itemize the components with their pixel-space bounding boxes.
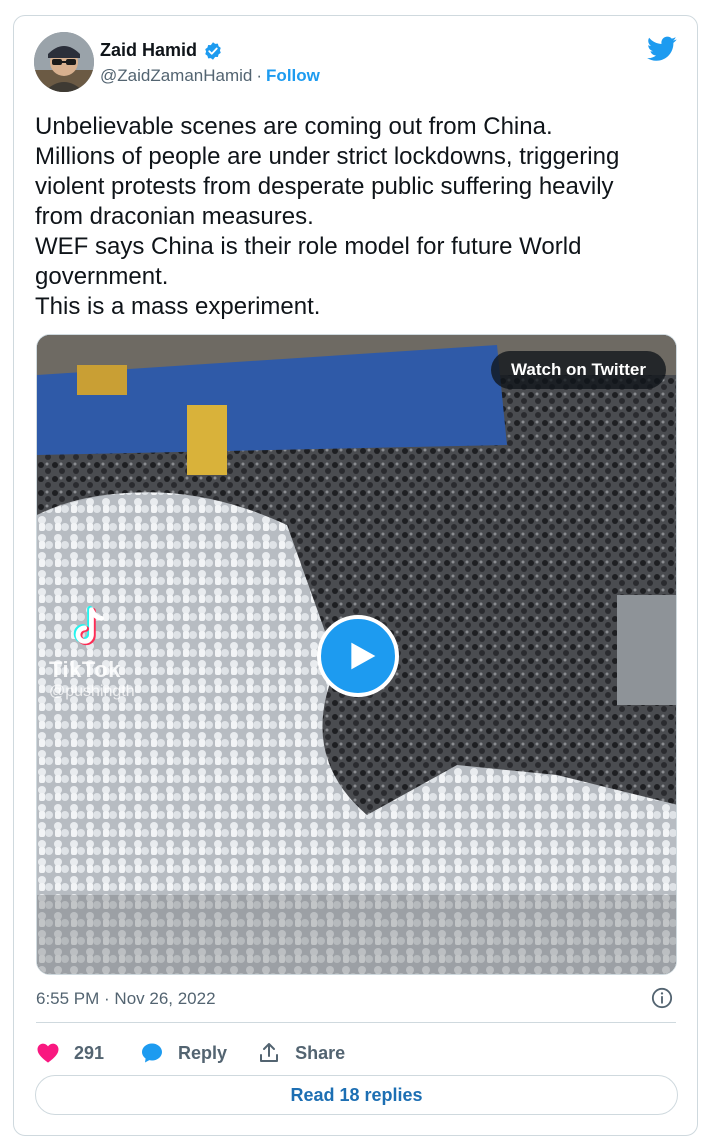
tweet-card: Zaid Hamid @ZaidZamanHamid · Follow Unbeli… — [13, 15, 698, 1136]
reply-label: Reply — [178, 1042, 228, 1063]
reply-bubble-icon — [142, 1043, 163, 1063]
tweet-timestamp[interactable]: 6:55 PM · Nov 26, 2022 — [36, 989, 216, 1009]
read-replies-button[interactable]: Read 18 replies — [35, 1075, 678, 1115]
tweet-text: Unbelievable scenes are coming out from … — [35, 112, 675, 322]
play-icon — [351, 642, 376, 670]
tiktok-watermark: TikTok @pushingth — [45, 603, 165, 703]
divider — [36, 1022, 676, 1023]
video-media[interactable]: TikTok @pushingth Watch on Twitter — [36, 334, 677, 975]
info-icon[interactable] — [651, 987, 673, 1009]
author-handle[interactable]: @ZaidZamanHamid — [100, 66, 252, 85]
heart-icon — [37, 1043, 59, 1063]
verified-badge-icon — [205, 41, 221, 60]
follow-button[interactable]: Follow — [266, 66, 320, 85]
tweet-line: from draconian measures. — [35, 203, 314, 230]
tweet-line: This is a mass experiment. — [35, 293, 321, 320]
avatar-image — [34, 32, 94, 92]
avatar[interactable] — [34, 32, 94, 92]
author-name[interactable]: Zaid Hamid — [100, 40, 197, 61]
tweet-line: Unbelievable scenes are coming out from … — [35, 113, 553, 140]
like-count: 291 — [74, 1042, 105, 1063]
share-button[interactable]: Share — [257, 1041, 345, 1065]
tiktok-brand: TikTok — [49, 657, 121, 682]
author-name-row: Zaid Hamid — [100, 40, 223, 61]
tweet-line: violent protests from desperate public s… — [35, 173, 614, 200]
play-button[interactable] — [317, 615, 399, 697]
twitter-logo-icon[interactable] — [647, 36, 677, 62]
reply-button[interactable]: Reply — [140, 1041, 227, 1065]
tiktok-username: @pushingth — [49, 683, 135, 700]
tweet-line: WEF says China is their role model for f… — [35, 233, 582, 260]
like-button[interactable]: 291 — [36, 1041, 104, 1065]
action-bar: 291 Reply Share — [36, 1037, 345, 1069]
share-icon — [260, 1043, 279, 1062]
separator-dot: · — [256, 66, 263, 85]
watch-on-twitter-button[interactable]: Watch on Twitter — [490, 351, 666, 389]
tweet-line: Millions of people are under strict lock… — [35, 143, 620, 170]
tiktok-icon — [73, 605, 104, 646]
tweet-line: government. — [35, 263, 169, 290]
author-handle-row: @ZaidZamanHamid · Follow — [100, 66, 320, 86]
share-label: Share — [295, 1042, 346, 1063]
